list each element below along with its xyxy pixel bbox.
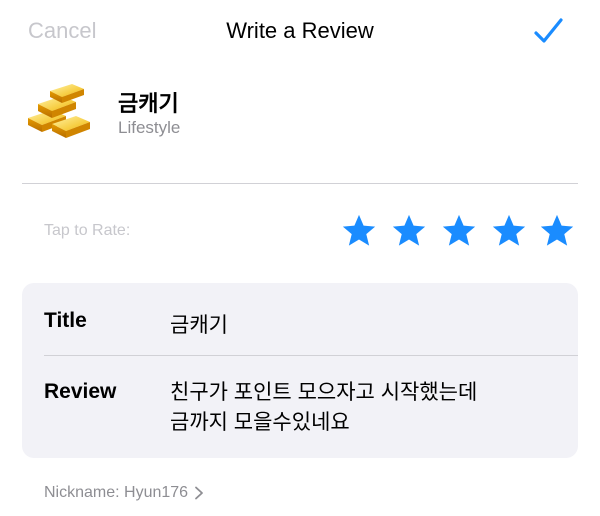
review-field[interactable]: 친구가 포인트 모으자고 시작했는데 금까지 모을수있네요 bbox=[170, 378, 560, 438]
form-divider bbox=[44, 355, 578, 356]
star-icon-2[interactable] bbox=[390, 212, 428, 250]
checkmark-icon bbox=[534, 18, 563, 43]
review-line-2: 금까지 모을수있네요 bbox=[170, 411, 350, 434]
navigation-bar: Cancel Write a Review bbox=[0, 0, 600, 64]
review-form: Title 금캐기 Review 친구가 포인트 모으자고 시작했는데 금까지 … bbox=[22, 283, 578, 458]
cancel-button[interactable]: Cancel bbox=[28, 18, 96, 44]
divider bbox=[22, 183, 578, 184]
star-icon-3[interactable] bbox=[440, 212, 478, 250]
review-label: Review bbox=[44, 380, 117, 403]
nickname-link[interactable]: Nickname: Hyun176 bbox=[44, 484, 204, 502]
chevron-right-icon bbox=[195, 486, 203, 500]
app-category: Lifestyle bbox=[118, 118, 181, 137]
star-icon-5[interactable] bbox=[538, 212, 576, 250]
star-icon-1[interactable] bbox=[340, 212, 378, 250]
review-line-1: 친구가 포인트 모으자고 시작했는데 bbox=[170, 381, 478, 404]
app-header: 금캐기 Lifestyle bbox=[22, 74, 582, 154]
nickname-label: Nickname: Hyun176 bbox=[44, 484, 189, 501]
title-field[interactable]: 금캐기 bbox=[170, 309, 550, 339]
star-icon-4[interactable] bbox=[490, 212, 528, 250]
page-title: Write a Review bbox=[226, 18, 374, 43]
tap-to-rate-label: Tap to Rate: bbox=[44, 222, 131, 239]
done-button[interactable] bbox=[530, 14, 566, 50]
star-rating bbox=[340, 212, 580, 252]
app-name: 금캐기 bbox=[118, 91, 179, 116]
title-label: Title bbox=[44, 309, 87, 332]
gold-bars-icon bbox=[22, 80, 98, 140]
